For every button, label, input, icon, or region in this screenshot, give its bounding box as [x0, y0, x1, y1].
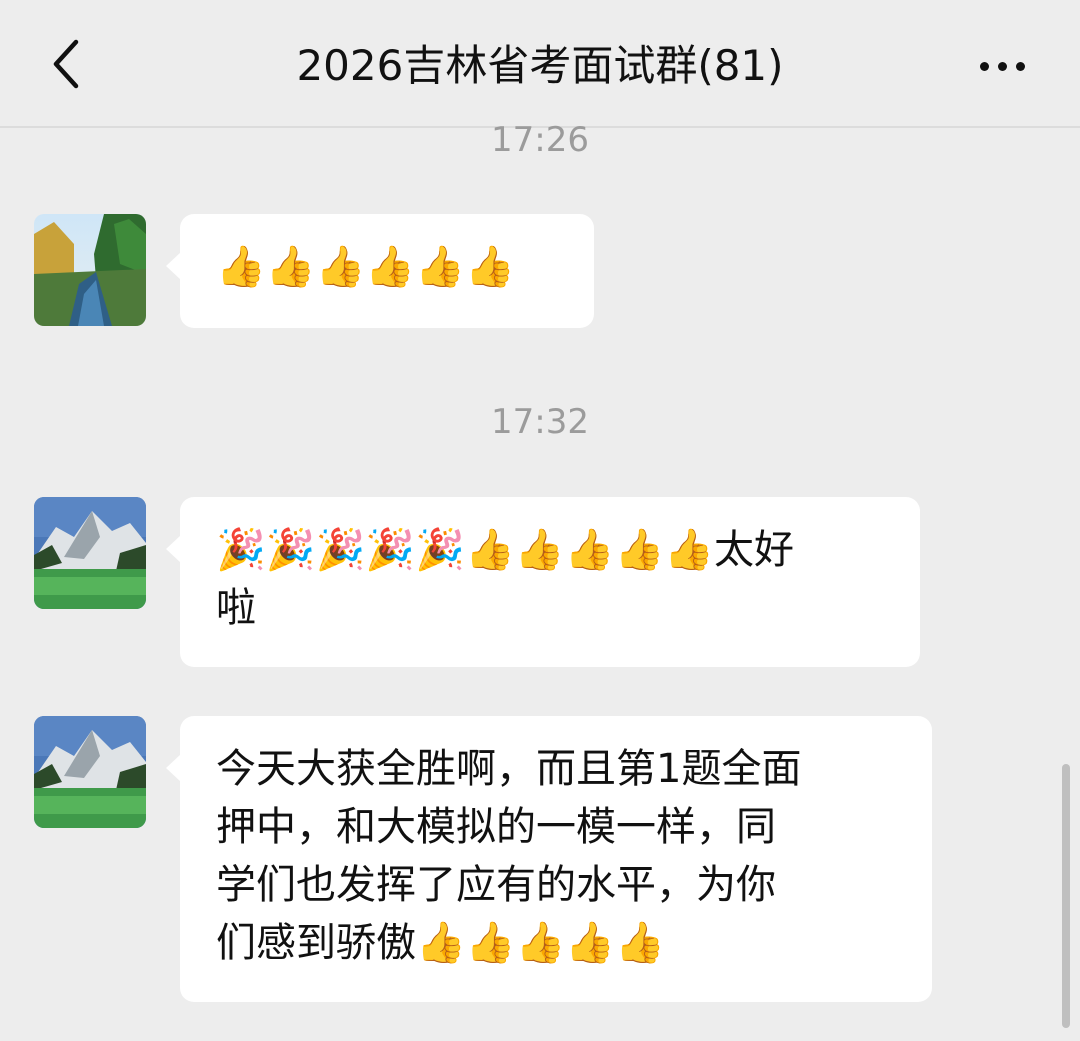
more-button[interactable] [966, 38, 1038, 94]
message-text: 今天大获全胜啊，而且第1题全面 押中，和大模拟的一模一样，同 学们也发挥了应有的… [216, 746, 802, 966]
timestamp: 17:32 [491, 402, 589, 442]
message-bubble[interactable]: 今天大获全胜啊，而且第1题全面 押中，和大模拟的一模一样，同 学们也发挥了应有的… [166, 716, 932, 1002]
avatar[interactable] [34, 716, 146, 828]
timestamp: 17:26 [491, 120, 589, 160]
chevron-left-icon [53, 39, 79, 89]
message-bubble[interactable]: 👍👍👍👍👍👍 [166, 214, 594, 328]
avatar[interactable] [34, 214, 146, 326]
scrollbar[interactable] [1062, 764, 1070, 1028]
chat-title: 2026吉林省考面试群(81) [296, 41, 784, 90]
avatar[interactable] [34, 497, 146, 609]
message-text: 👍👍👍👍👍👍 [216, 244, 515, 290]
back-button[interactable] [36, 34, 96, 94]
more-horizontal-icon [979, 61, 989, 71]
message-text: 🎉🎉🎉🎉🎉👍👍👍👍👍太好 啦 [216, 527, 795, 631]
chat-header: 2026吉林省考面试群(81) [0, 0, 1080, 128]
message-bubble[interactable]: 🎉🎉🎉🎉🎉👍👍👍👍👍太好 啦 [166, 497, 920, 667]
